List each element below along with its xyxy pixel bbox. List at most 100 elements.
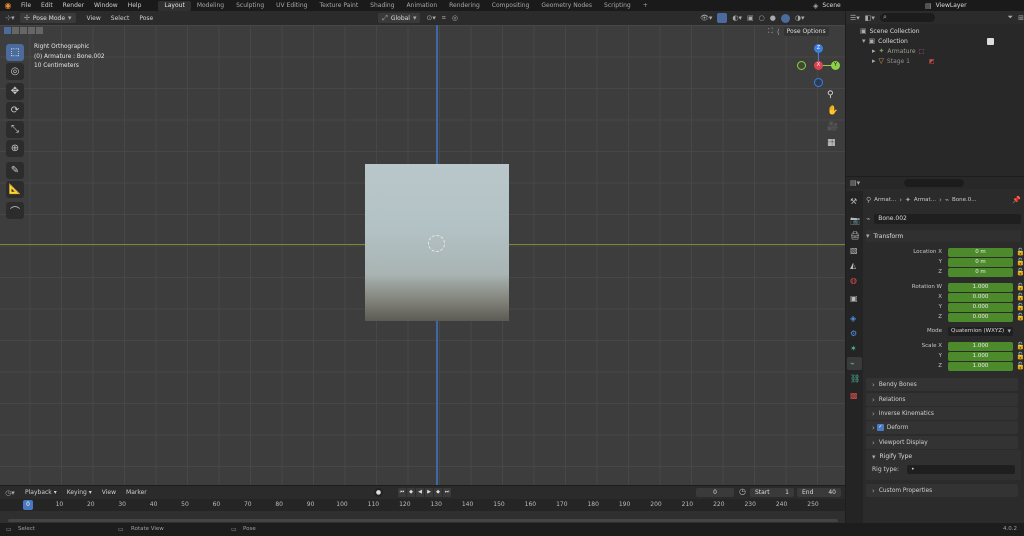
prev-keyframe-icon[interactable]: ◆ — [407, 488, 415, 497]
select-new-icon[interactable] — [4, 27, 11, 34]
shading-rendered-icon[interactable]: ◑▾ — [795, 14, 805, 22]
object-data-tab-icon[interactable]: ✶ — [850, 344, 857, 353]
scene-tab-icon[interactable]: ◭ — [850, 261, 856, 270]
object-tab-icon[interactable]: ◈ — [850, 314, 856, 323]
rotate-tool[interactable]: ⟳ — [6, 102, 24, 119]
proportional-icon[interactable]: ◎ — [452, 14, 458, 22]
section-viewport-display[interactable]: › Viewport Display — [866, 436, 1018, 449]
tab-geometry-nodes[interactable]: Geometry Nodes — [535, 1, 598, 11]
gizmo-neg-y-axis[interactable] — [797, 61, 806, 70]
current-frame-field[interactable]: 0 — [696, 488, 734, 497]
gizmo-x-axis[interactable]: X — [814, 61, 823, 70]
scene-selector[interactable]: ◈ Scene — [813, 0, 841, 11]
lock-icon[interactable]: 🔓 — [1016, 248, 1024, 256]
tab-texture-paint[interactable]: Texture Paint — [313, 1, 364, 11]
bone-tab-icon[interactable]: ⌁ — [850, 359, 855, 368]
select-extend-icon[interactable] — [12, 27, 19, 34]
next-keyframe-icon[interactable]: ◆ — [434, 488, 442, 497]
tab-modeling[interactable]: Modeling — [191, 1, 230, 11]
menu-window[interactable]: Window — [89, 2, 123, 9]
shading-material-icon[interactable] — [780, 13, 790, 23]
lock-icon[interactable]: 🔓 — [1016, 342, 1024, 350]
output-tab-icon[interactable]: 🖨 — [850, 231, 860, 240]
frame-ruler[interactable]: 0 10 20 30 40 50 60 70 80 90 100 110 120 130 140 150 160… — [0, 499, 845, 511]
cursor-tool[interactable]: ◎ — [6, 63, 24, 80]
render-tab-icon[interactable]: 📷 — [850, 216, 860, 225]
deform-checkbox[interactable]: ✓ — [876, 424, 884, 431]
navigation-gizmo[interactable]: Z Y X — [796, 43, 842, 89]
rotation-x-field[interactable]: 0.000 — [948, 292, 1013, 302]
properties-search-field[interactable] — [904, 179, 965, 187]
viewport-menu-view[interactable]: View — [82, 15, 106, 22]
texture-tab-icon[interactable]: ▩ — [850, 391, 858, 400]
viewport-menu-pose[interactable]: Pose — [134, 15, 158, 22]
bone-name-field[interactable]: Bone.002 — [874, 213, 1021, 224]
scale-tool[interactable]: ⤡ — [6, 121, 24, 138]
timeline-menu-keying[interactable]: Keying ▾ — [62, 489, 97, 496]
sidebar-toggle-icon[interactable]: ⟨ — [777, 28, 780, 36]
camera-icon[interactable]: 🎥 — [827, 122, 838, 132]
collection-tab-icon[interactable]: ▣ — [850, 294, 858, 303]
rotation-w-field[interactable]: 1.000 — [948, 282, 1013, 292]
location-y-field[interactable]: 0 m — [948, 257, 1013, 267]
lock-icon[interactable]: 🔓 — [1016, 303, 1024, 311]
tab-uv-editing[interactable]: UV Editing — [270, 1, 313, 11]
pivot-icon[interactable]: ⊙▾ — [426, 14, 435, 22]
world-tab-icon[interactable]: ◍ — [850, 276, 857, 285]
modifiers-tab-icon[interactable]: ⚙ — [850, 329, 857, 338]
scale-y-field[interactable]: 1.000 — [948, 351, 1013, 361]
scale-x-field[interactable]: 1.000 — [948, 341, 1013, 351]
bone-roll-tool[interactable]: ⌒ — [6, 202, 24, 219]
section-relations[interactable]: › Relations — [866, 393, 1018, 406]
play-reverse-icon[interactable]: ◀ — [416, 488, 424, 497]
mode-selector[interactable]: ✢ Pose Mode ▾ — [20, 13, 76, 23]
gizmo-neg-z-axis[interactable] — [814, 78, 823, 87]
tab-rendering[interactable]: Rendering — [443, 1, 486, 11]
tab-sculpting[interactable]: Sculpting — [230, 1, 270, 11]
shading-wireframe-icon[interactable]: ○ — [759, 14, 765, 22]
view-layer-selector[interactable]: ▤ ViewLayer — [925, 0, 967, 11]
display-mode-icon[interactable]: ◧▾ — [865, 14, 875, 22]
location-z-field[interactable]: 0 m — [948, 267, 1013, 277]
outliner-item-stage[interactable]: ▸ ▽ Stage 1 ◩ — [846, 56, 1024, 66]
view-options-icon[interactable]: ⛶ — [768, 27, 773, 36]
viewport-menu-select[interactable]: Select — [106, 15, 135, 22]
transform-orientation-dropdown[interactable]: ⤢ Global ▾ — [378, 13, 421, 23]
gizmo-z-axis[interactable]: Z — [814, 44, 823, 53]
expand-arrow-icon[interactable]: ▾ — [862, 37, 866, 45]
rotation-z-field[interactable]: 0.000 — [948, 312, 1013, 322]
move-tool[interactable]: ✥ — [6, 83, 24, 100]
expand-arrow-icon[interactable]: ▸ — [872, 47, 876, 55]
end-frame-field[interactable]: End 40 — [797, 488, 841, 497]
gizmo-toggle-icon[interactable] — [717, 13, 728, 23]
lock-icon[interactable]: 🔓 — [1016, 352, 1024, 360]
lock-icon[interactable]: 🔓 — [1016, 268, 1024, 276]
lock-icon[interactable]: 🔓 — [1016, 283, 1024, 291]
outliner-search-field[interactable]: ⌕ — [879, 13, 935, 22]
annotate-tool[interactable]: ✎ — [6, 162, 24, 179]
select-box-tool[interactable]: ⬚ — [6, 44, 24, 61]
section-inverse-kinematics[interactable]: › Inverse Kinematics — [866, 407, 1018, 420]
menu-help[interactable]: Help — [123, 2, 147, 9]
snap-icon[interactable]: ⌗ — [442, 14, 446, 23]
scale-z-field[interactable]: 1.000 — [948, 361, 1013, 371]
section-bendy-bones[interactable]: › Bendy Bones — [866, 378, 1018, 391]
timeline-editor-icon[interactable]: ◷▾ — [0, 489, 20, 497]
select-invert-icon[interactable] — [28, 27, 35, 34]
menu-edit[interactable]: Edit — [36, 2, 58, 9]
new-collection-icon[interactable]: ⊞ — [1018, 14, 1024, 22]
ortho-grid-icon[interactable]: ▦ — [827, 138, 836, 148]
timeline-scrollbar[interactable] — [8, 519, 838, 522]
pin-icon[interactable]: 📌 — [1012, 196, 1021, 204]
tab-layout[interactable]: Layout — [158, 0, 191, 11]
preview-range-icon[interactable]: ◷ — [739, 487, 746, 496]
lock-icon[interactable]: 🔓 — [1016, 313, 1024, 321]
blender-logo-icon[interactable]: ◉ — [0, 1, 16, 10]
timeline-menu-view[interactable]: View — [97, 489, 121, 496]
checkbox-icon[interactable] — [987, 37, 994, 45]
tab-compositing[interactable]: Compositing — [486, 1, 536, 11]
outliner-item-collection[interactable]: ▾ ▣ Collection — [846, 36, 1024, 46]
filter-icon[interactable]: ⏷ — [1008, 13, 1014, 22]
overlay-toggle-icon[interactable]: ◐▾ — [732, 14, 742, 22]
bone-constraint-tab-icon[interactable]: ⛓ — [850, 374, 860, 383]
